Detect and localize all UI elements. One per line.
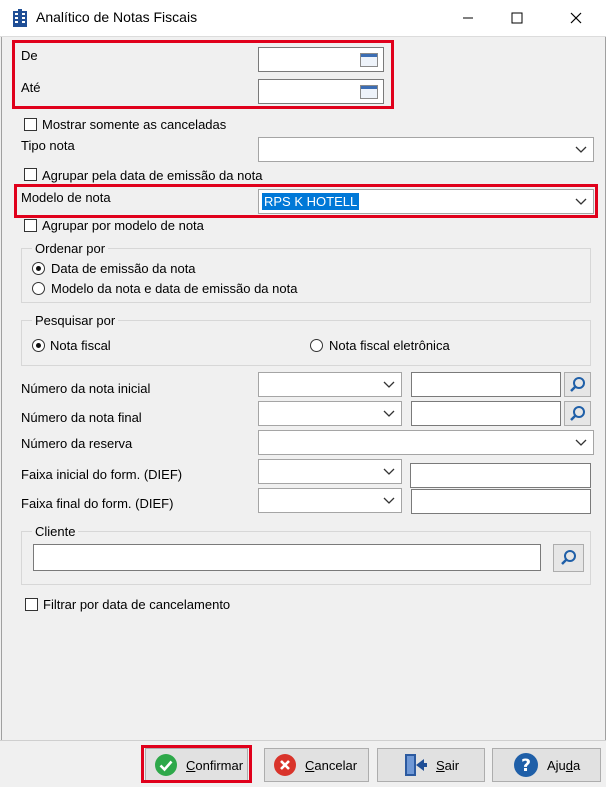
minimize-icon xyxy=(463,17,473,19)
sair-label: Sair xyxy=(436,757,460,773)
numero-final-label: Número da nota final xyxy=(21,410,142,425)
cliente-legend: Cliente xyxy=(32,524,79,539)
numero-inicial-label: Número da nota inicial xyxy=(21,381,151,396)
hotel-building-icon xyxy=(13,9,27,27)
maximize-button[interactable] xyxy=(494,0,540,36)
numero-final-input[interactable] xyxy=(411,401,561,426)
nota-fiscal-radio[interactable] xyxy=(32,339,45,352)
chevron-down-icon xyxy=(383,381,395,388)
ordenar-modelo-label: Modelo da nota e data de emissão da nota xyxy=(51,281,298,296)
agrupar-modelo-label: Agrupar por modelo de nota xyxy=(42,218,204,233)
sair-button[interactable]: Sair xyxy=(377,748,485,782)
cancelar-button[interactable]: Cancelar xyxy=(264,748,369,782)
magnifier-icon xyxy=(560,550,576,565)
chevron-down-icon xyxy=(575,146,587,153)
numero-inicial-input[interactable] xyxy=(411,372,561,397)
filtrar-cancelamento-checkbox[interactable] xyxy=(25,598,38,611)
faixa-inicial-select[interactable] xyxy=(258,459,402,484)
faixa-final-label: Faixa final do form. (DIEF) xyxy=(21,496,174,511)
tipo-nota-select[interactable] xyxy=(258,137,594,162)
ordenar-por-legend: Ordenar por xyxy=(32,241,109,256)
chevron-down-icon xyxy=(383,468,395,475)
chevron-down-icon xyxy=(383,410,395,417)
exit-door-icon xyxy=(405,754,427,776)
agrupar-modelo-checkbox[interactable] xyxy=(24,219,37,232)
nota-eletronica-radio[interactable] xyxy=(310,339,323,352)
minimize-button[interactable] xyxy=(445,0,491,36)
cliente-input[interactable] xyxy=(33,544,541,571)
faixa-final-select[interactable] xyxy=(258,488,402,513)
pesquisar-por-legend: Pesquisar por xyxy=(32,313,119,328)
mostrar-canceladas-label: Mostrar somente as canceladas xyxy=(42,117,227,132)
numero-reserva-label: Número da reserva xyxy=(21,436,133,451)
close-button[interactable] xyxy=(553,0,599,36)
chevron-down-icon xyxy=(575,439,587,446)
faixa-inicial-label: Faixa inicial do form. (DIEF) xyxy=(21,467,183,482)
numero-final-serie-select[interactable] xyxy=(258,401,402,426)
ordenar-data-radio[interactable] xyxy=(32,262,45,275)
title-bar: Analítico de Notas Fiscais xyxy=(0,0,606,37)
ordenar-modelo-radio[interactable] xyxy=(32,282,45,295)
numero-inicial-serie-select[interactable] xyxy=(258,372,402,397)
maximize-icon xyxy=(511,12,523,24)
ordenar-data-label: Data de emissão da nota xyxy=(51,261,196,276)
mostrar-canceladas-checkbox[interactable] xyxy=(24,118,37,131)
filtrar-cancelamento-label: Filtrar por data de cancelamento xyxy=(43,597,231,612)
cliente-search-button[interactable] xyxy=(553,544,584,572)
nota-fiscal-label: Nota fiscal xyxy=(50,338,111,353)
faixa-inicial-input[interactable] xyxy=(410,463,591,488)
confirmar-highlight xyxy=(141,745,252,783)
magnifier-icon xyxy=(569,405,585,421)
numero-reserva-select[interactable] xyxy=(258,430,594,455)
chevron-down-icon xyxy=(383,497,395,504)
numero-inicial-search-button[interactable] xyxy=(564,372,591,397)
close-icon xyxy=(570,12,582,24)
faixa-final-input[interactable] xyxy=(411,489,591,514)
agrupar-data-label: Agrupar pela data de emissão da nota xyxy=(42,168,263,183)
tipo-nota-label: Tipo nota xyxy=(21,138,75,153)
ajuda-label: Ajuda xyxy=(547,757,581,773)
agrupar-data-checkbox[interactable] xyxy=(24,168,37,181)
cancelar-label: Cancelar xyxy=(305,757,358,773)
magnifier-icon xyxy=(569,376,585,392)
window-title: Analítico de Notas Fiscais xyxy=(36,9,198,25)
svg-text:?: ? xyxy=(521,756,531,776)
date-range-highlight xyxy=(12,40,394,109)
nota-eletronica-label: Nota fiscal eletrônica xyxy=(329,338,450,353)
ajuda-button[interactable]: ? Ajuda xyxy=(492,748,601,782)
x-circle-icon xyxy=(274,754,296,776)
numero-final-search-button[interactable] xyxy=(564,401,591,426)
question-circle-icon: ? xyxy=(514,753,538,777)
modelo-nota-highlight xyxy=(14,184,598,218)
